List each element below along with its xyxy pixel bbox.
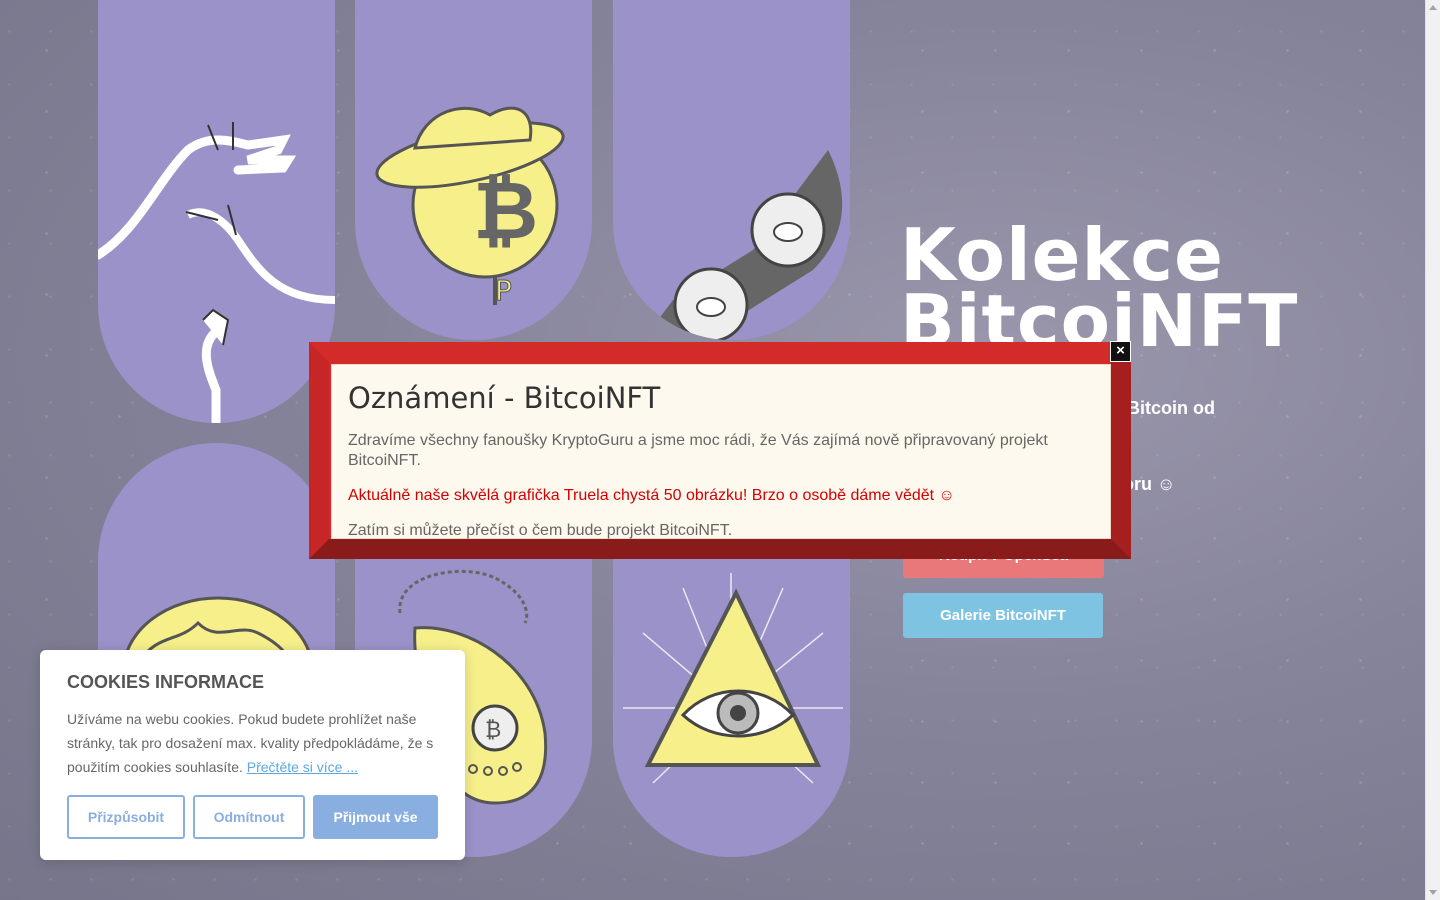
announcement-modal: Oznámení - BitcoiNFT Zdravíme všechny fa… xyxy=(309,342,1131,559)
modal-paragraph-2: Aktuálně naše skvělá grafička Truela chy… xyxy=(348,487,955,504)
close-icon[interactable]: × xyxy=(1110,341,1131,362)
modal-paragraph-1: Zdravíme všechny fanoušky KryptoGuru a j… xyxy=(348,432,1048,469)
pointing-hands-icon xyxy=(98,122,335,423)
nft-card-hands[interactable] xyxy=(98,0,335,423)
svg-text:₿: ₿ xyxy=(485,718,501,743)
nft-card-bitcoin-hat[interactable]: ₿ P xyxy=(355,0,592,340)
bitcoin-hat-icon: ₿ P xyxy=(375,106,565,308)
cookie-reject-button[interactable]: Odmítnout xyxy=(193,795,305,839)
cookie-customize-button[interactable]: Přizpůsobit xyxy=(67,795,185,839)
scrollbar[interactable] xyxy=(1425,0,1440,900)
cookie-text: Užíváme na webu cookies. Pokud budete pr… xyxy=(67,707,442,779)
scroll-up-icon[interactable] xyxy=(1429,5,1437,10)
cookie-title: COOKIES INFORMACE xyxy=(67,672,265,692)
hero-title: Kolekce BitcoiNFT xyxy=(900,219,1298,357)
nft-card-bitcoin-glasses[interactable] xyxy=(613,0,850,340)
bitcoin-glasses-icon xyxy=(643,150,843,340)
cookie-accept-button[interactable]: Přijmout vše xyxy=(313,795,438,839)
svg-text:₿: ₿ xyxy=(473,164,538,257)
modal-paragraph-3: Zatím si můžete přečíst o čem bude proje… xyxy=(348,522,733,539)
scroll-down-icon[interactable] xyxy=(1429,890,1437,895)
gallery-button[interactable]: Galerie BitcoiNFT xyxy=(903,593,1103,638)
svg-text:P: P xyxy=(495,274,512,307)
cookie-banner: COOKIES INFORMACE Užíváme na webu cookie… xyxy=(40,650,465,860)
modal-title: Oznámení - BitcoiNFT xyxy=(348,381,661,415)
cookie-more-link[interactable]: Přečtěte si více ... xyxy=(247,759,358,775)
modal-content: Oznámení - BitcoiNFT Zdravíme všechny fa… xyxy=(331,364,1111,539)
